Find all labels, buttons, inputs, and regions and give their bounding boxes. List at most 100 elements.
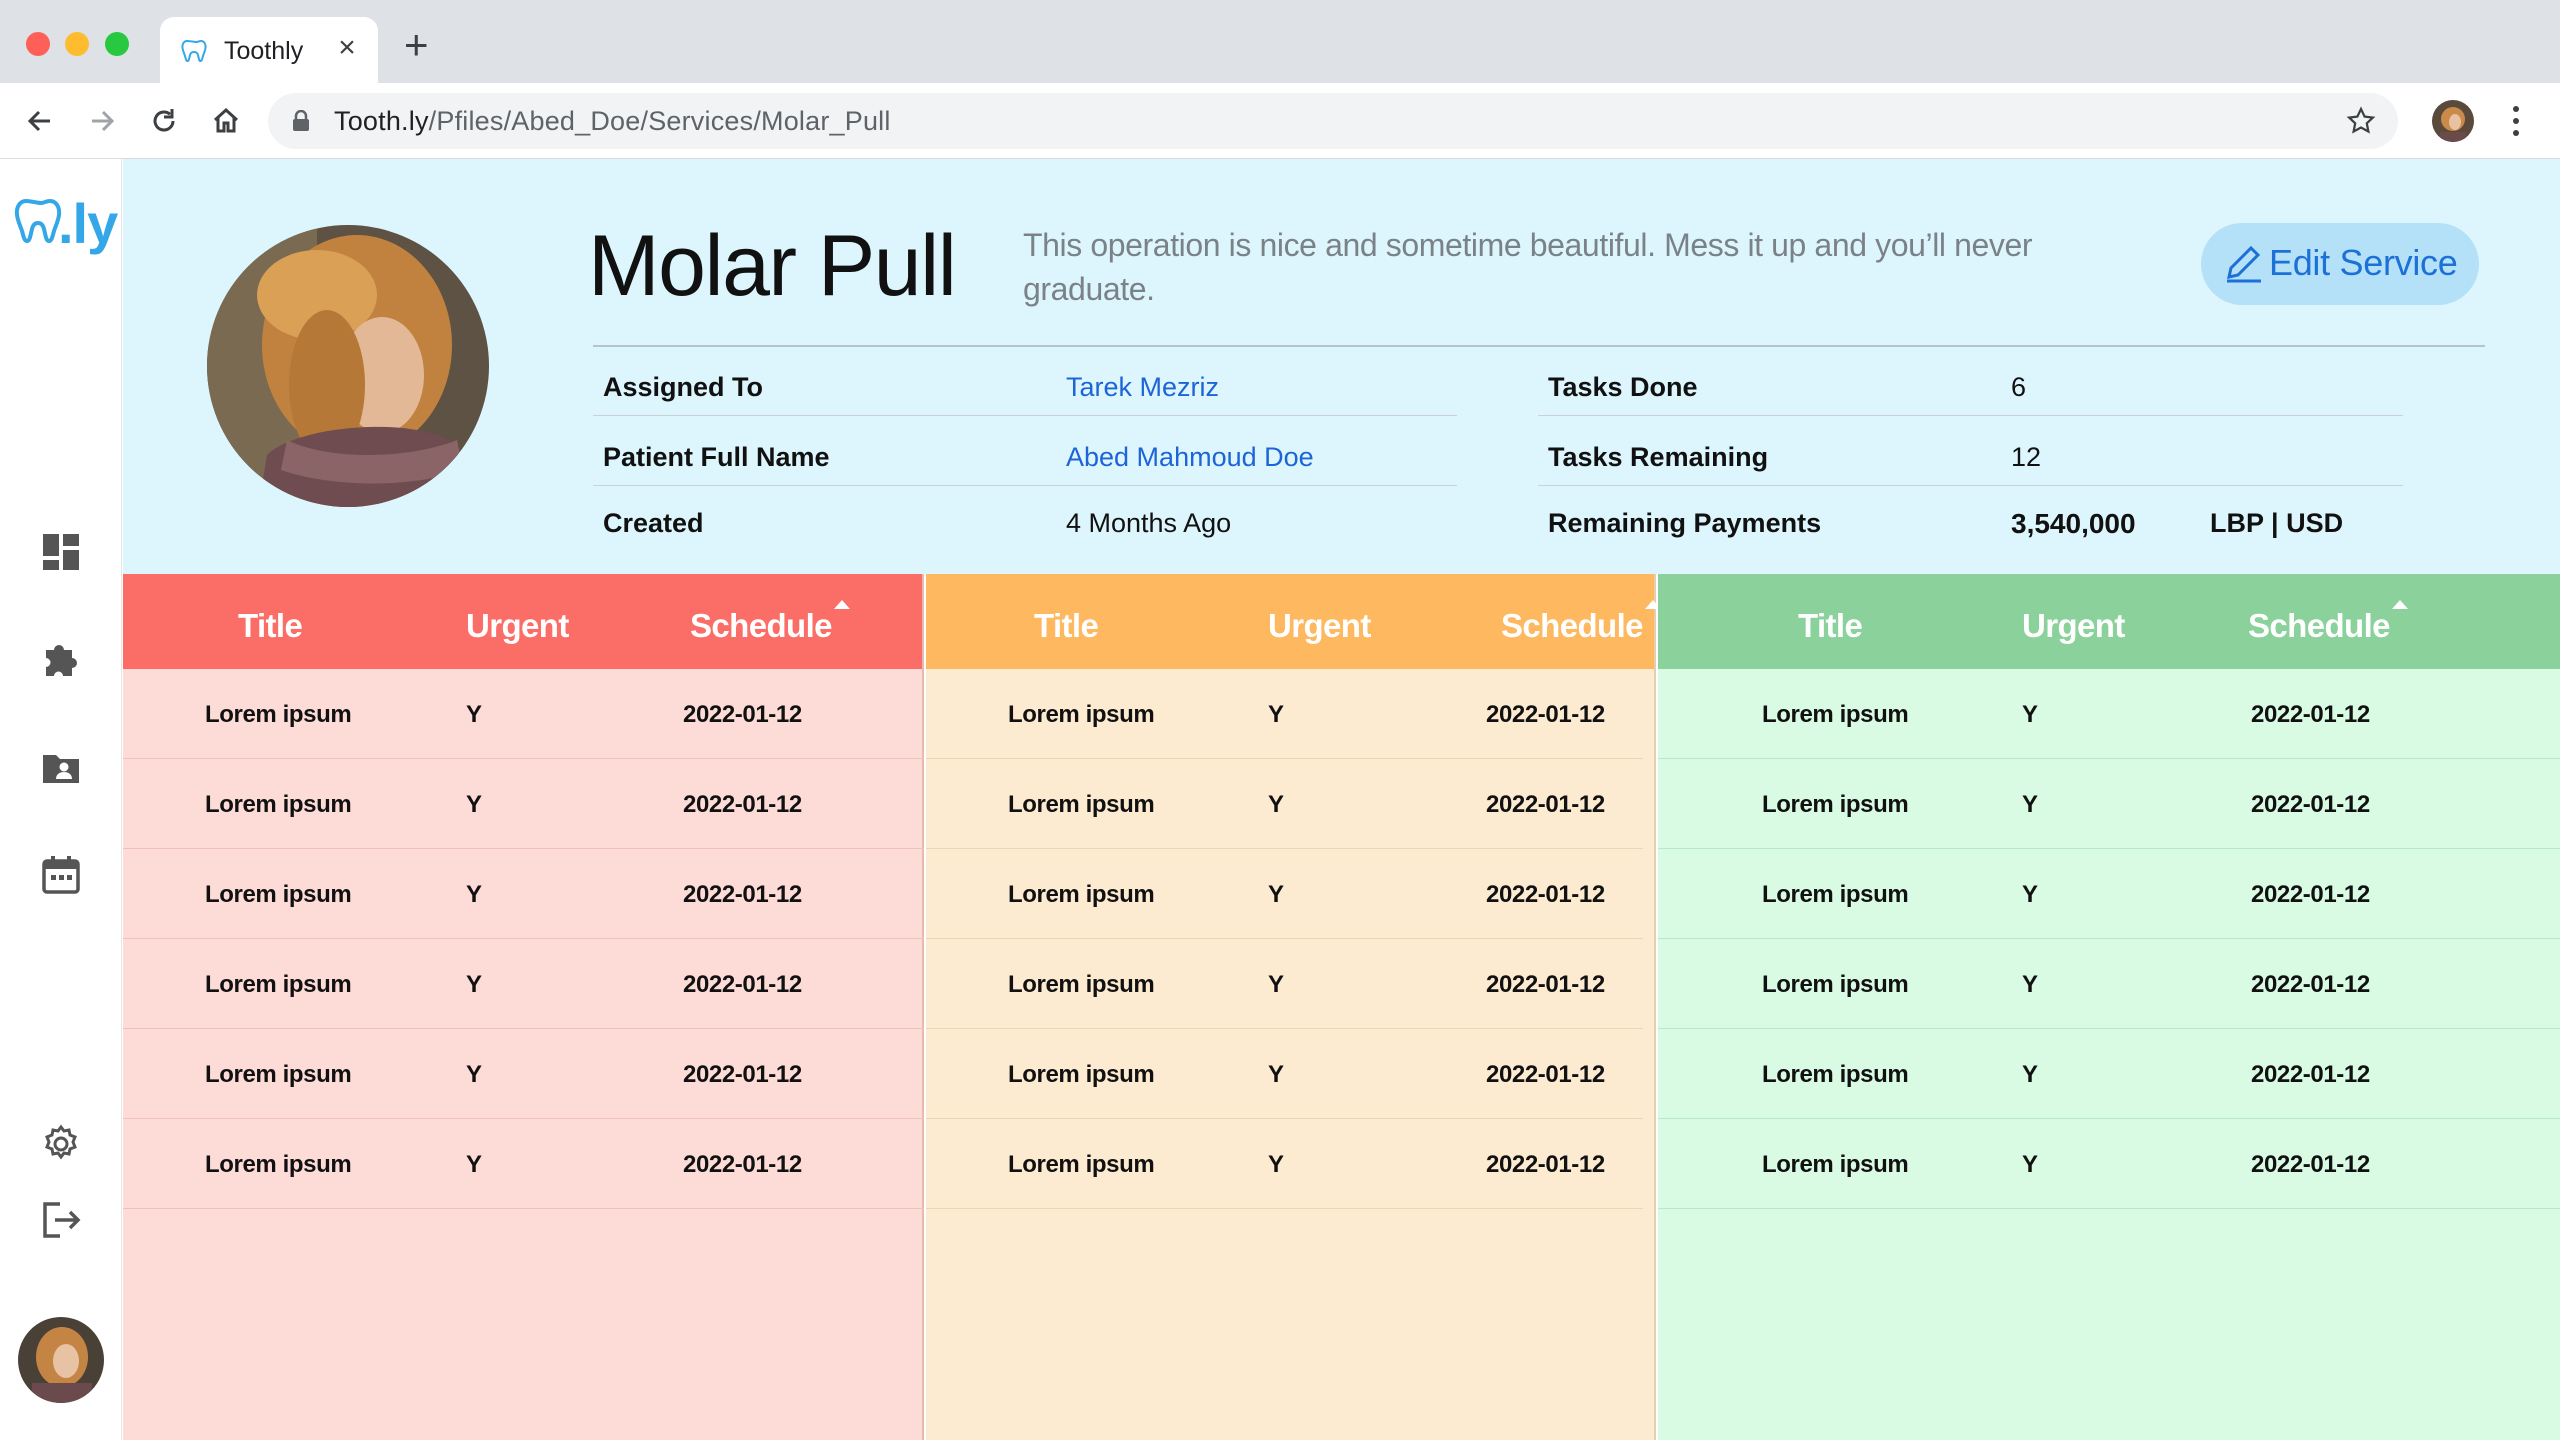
browser-tab[interactable]: Toothly × (160, 17, 378, 83)
pencil-icon (2227, 245, 2261, 283)
currency-toggle[interactable]: LBP | USD (2210, 508, 2343, 539)
task-title-cell: Lorem ipsum (205, 701, 352, 728)
patient-folder-icon[interactable] (40, 747, 82, 789)
task-urgent-cell: Y (466, 701, 482, 728)
tab-close-icon[interactable]: × (332, 31, 362, 65)
assigned-label: Assigned To (603, 372, 764, 402)
task-title-cell: Lorem ipsum (1762, 791, 1909, 818)
info-row-created: Created 4 Months Ago (593, 487, 1457, 556)
task-title-cell: Lorem ipsum (1008, 1061, 1155, 1088)
patient-label: Patient Full Name (603, 442, 830, 472)
new-tab-icon[interactable]: + (404, 24, 429, 66)
task-schedule-cell: 2022-01-12 (1486, 791, 1605, 818)
sort-title-header[interactable]: Title (1034, 607, 1099, 645)
task-urgent-cell: Y (1268, 881, 1284, 908)
table-row[interactable]: Lorem ipsum Y 2022-01-12 (123, 1029, 924, 1119)
app: .ly Molar Pull This operation is nice an… (0, 159, 2560, 1440)
logout-icon[interactable] (40, 1199, 82, 1241)
task-schedule-cell: 2022-01-12 (683, 971, 802, 998)
task-schedule-cell: 2022-01-12 (1486, 701, 1605, 728)
calendar-icon[interactable] (40, 854, 82, 896)
table-row[interactable]: Lorem ipsum Y 2022-01-12 (926, 759, 1643, 849)
task-title-cell: Lorem ipsum (1008, 701, 1155, 728)
task-urgent-cell: Y (2022, 701, 2038, 728)
task-schedule-cell: 2022-01-12 (1486, 881, 1605, 908)
patient-link[interactable]: Abed Mahmoud Doe (1066, 442, 1314, 473)
back-icon[interactable] (20, 101, 60, 141)
task-schedule-cell: 2022-01-12 (2251, 1151, 2370, 1178)
task-urgent-cell: Y (466, 1151, 482, 1178)
window-minimize-button[interactable] (65, 32, 89, 56)
table-row[interactable]: Lorem ipsum Y 2022-01-12 (926, 669, 1643, 759)
task-schedule-cell: 2022-01-12 (2251, 791, 2370, 818)
edit-service-label: Edit Service (2269, 242, 2458, 283)
task-schedule-cell: 2022-01-12 (1486, 1061, 1605, 1088)
task-urgent-cell: Y (2022, 1151, 2038, 1178)
table-row[interactable]: Lorem ipsum Y 2022-01-12 (123, 939, 924, 1029)
puzzle-icon[interactable] (40, 638, 82, 680)
assigned-link[interactable]: Tarek Mezriz (1066, 372, 1219, 403)
table-row[interactable]: Lorem ipsum Y 2022-01-12 (926, 849, 1643, 939)
table-row[interactable]: Lorem ipsum Y 2022-01-12 (1658, 939, 2560, 1029)
address-bar[interactable]: Tooth.ly/Pfiles/Abed_Doe/Services/Molar_… (268, 93, 2398, 149)
window-zoom-button[interactable] (105, 32, 129, 56)
sort-ascending-icon[interactable] (833, 600, 850, 609)
info-row-tasks-done: Tasks Done 6 (1538, 347, 2403, 416)
home-icon[interactable] (206, 101, 246, 141)
task-urgent-cell: Y (2022, 791, 2038, 818)
sort-urgent-header[interactable]: Urgent (466, 607, 569, 645)
table-row[interactable]: Lorem ipsum Y 2022-01-12 (1658, 1029, 2560, 1119)
table-row[interactable]: Lorem ipsum Y 2022-01-12 (1658, 759, 2560, 849)
task-schedule-cell: 2022-01-12 (683, 1151, 802, 1178)
table-row[interactable]: Lorem ipsum Y 2022-01-12 (926, 1119, 1643, 1209)
sort-schedule-header[interactable]: Schedule (690, 600, 850, 645)
window-close-button[interactable] (26, 32, 50, 56)
table-row[interactable]: Lorem ipsum Y 2022-01-12 (1658, 849, 2560, 939)
sort-urgent-header[interactable]: Urgent (2022, 607, 2125, 645)
sort-title-header[interactable]: Title (1798, 607, 1863, 645)
sort-urgent-header[interactable]: Urgent (1268, 607, 1371, 645)
dashboard-icon[interactable] (40, 531, 82, 573)
info-row-assigned: Assigned To Tarek Mezriz (593, 347, 1457, 416)
task-urgent-cell: Y (466, 1061, 482, 1088)
more-options-icon[interactable] (2506, 103, 2526, 139)
gear-icon[interactable] (40, 1123, 82, 1165)
lock-icon[interactable] (292, 110, 310, 132)
sort-ascending-icon[interactable] (2391, 600, 2408, 609)
forward-icon[interactable] (82, 101, 122, 141)
task-urgent-cell: Y (1268, 1151, 1284, 1178)
table-row[interactable]: Lorem ipsum Y 2022-01-12 (1658, 1119, 2560, 1209)
table-row[interactable]: Lorem ipsum Y 2022-01-12 (926, 939, 1643, 1029)
sort-title-header[interactable]: Title (238, 607, 303, 645)
profile-avatar[interactable] (2432, 100, 2474, 142)
user-avatar[interactable] (18, 1317, 104, 1403)
patient-photo (207, 225, 489, 507)
browser-chrome: Toothly × + Tooth.ly/Pfiles/Abed_Doe/Ser… (0, 0, 2560, 159)
task-schedule-cell: 2022-01-12 (2251, 1061, 2370, 1088)
task-schedule-cell: 2022-01-12 (2251, 881, 2370, 908)
logo-text: .ly (58, 192, 118, 255)
task-urgent-cell: Y (466, 881, 482, 908)
table-row[interactable]: Lorem ipsum Y 2022-01-12 (123, 849, 924, 939)
table-header: Title Urgent Schedule (926, 574, 1661, 669)
bookmark-star-icon[interactable] (2346, 106, 2376, 136)
table-row[interactable]: Lorem ipsum Y 2022-01-12 (123, 669, 924, 759)
tasks-remaining-value: 12 (2011, 442, 2042, 472)
payments-value: 3,540,000 (2011, 508, 2136, 539)
task-title-cell: Lorem ipsum (1762, 971, 1909, 998)
sort-schedule-header[interactable]: Schedule (1501, 600, 1661, 645)
table-row[interactable]: Lorem ipsum Y 2022-01-12 (123, 759, 924, 849)
reload-icon[interactable] (144, 101, 184, 141)
service-title: Molar Pull (588, 218, 957, 314)
task-schedule-cell: 2022-01-12 (1486, 971, 1605, 998)
table-row[interactable]: Lorem ipsum Y 2022-01-12 (926, 1029, 1643, 1119)
table-row[interactable]: Lorem ipsum Y 2022-01-12 (1658, 669, 2560, 759)
tooth-logo-icon (14, 198, 62, 244)
sort-schedule-header[interactable]: Schedule (2248, 600, 2408, 645)
table-row[interactable]: Lorem ipsum Y 2022-01-12 (123, 1119, 924, 1209)
edit-service-button[interactable]: Edit Service (2201, 223, 2479, 305)
app-logo[interactable]: .ly (14, 189, 118, 255)
task-urgent-cell: Y (1268, 791, 1284, 818)
tab-title: Toothly (224, 37, 304, 65)
tasks-done-label: Tasks Done (1548, 372, 1698, 402)
